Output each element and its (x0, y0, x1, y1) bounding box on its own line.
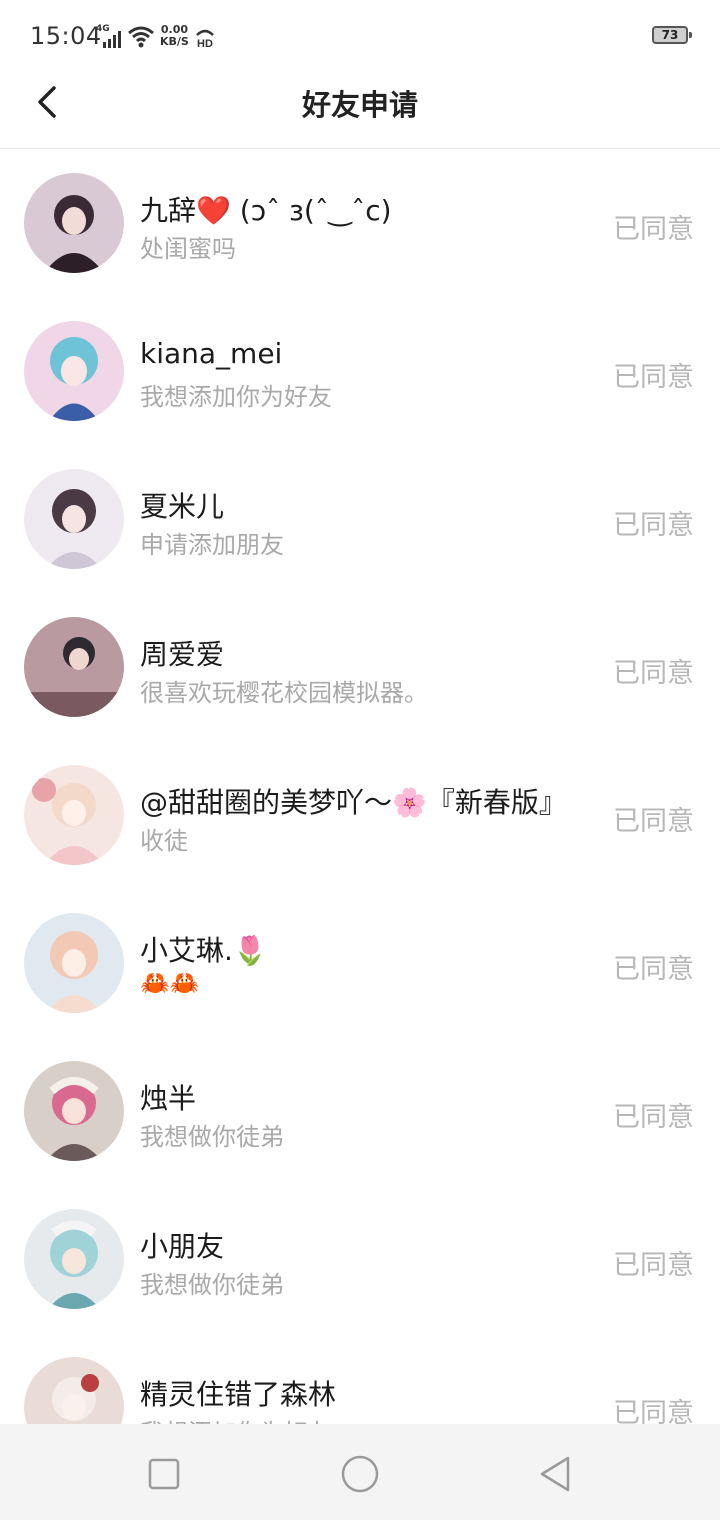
list-item[interactable]: 周爱爱 很喜欢玩樱花校园模拟器。 已同意 (0, 593, 720, 741)
request-message: 处闺蜜吗 (140, 235, 236, 263)
list-item[interactable]: 小朋友 我想做你徒弟 已同意 (0, 1185, 720, 1333)
avatar[interactable] (24, 617, 124, 717)
hd-icon: HD (196, 29, 214, 48)
avatar[interactable] (24, 1061, 124, 1161)
request-name: 小朋友 (140, 1230, 225, 1263)
status-bar: 15:04 4G 0.00 KB/S HD 73 (0, 0, 720, 72)
request-name: 精灵住错了森林 (140, 1378, 337, 1411)
system-nav-bar (0, 1424, 720, 1520)
request-message: 我想做你徒弟 (140, 1271, 284, 1299)
battery-icon: 73 (652, 26, 692, 44)
avatar[interactable] (24, 913, 124, 1013)
request-message: 我想做你徒弟 (140, 1123, 284, 1151)
request-message: 我想添加你为好友 (140, 383, 332, 411)
list-item[interactable]: 小艾琳.🌷 🦀🦀 已同意 (0, 889, 720, 1037)
speed-unit: KB/S (160, 35, 189, 48)
request-name: 烛半 (140, 1082, 197, 1115)
avatar[interactable] (24, 1209, 124, 1309)
friend-request-list: 九辞❤️ (ɔˆ з(ˆ‿ˆc) 处闺蜜吗 已同意 kiana_mei 我想添加… (0, 149, 720, 1481)
request-name: 九辞❤️ (ɔˆ з(ˆ‿ˆc) (140, 194, 392, 227)
request-status: 已同意 (613, 658, 694, 689)
request-name: 周爱爱 (140, 638, 225, 671)
request-name: kiana_mei (140, 337, 283, 370)
request-status: 已同意 (613, 1102, 694, 1133)
avatar[interactable] (24, 173, 124, 273)
list-item[interactable]: 夏米儿 申请添加朋友 已同意 (0, 445, 720, 593)
request-message: 收徒 (140, 827, 188, 855)
list-item[interactable]: 烛半 我想做你徒弟 已同意 (0, 1037, 720, 1185)
request-name: @甜甜圈的美梦吖～🌸『新春版』 (140, 786, 567, 819)
request-message: 很喜欢玩樱花校园模拟器。 (140, 679, 428, 707)
status-time: 15:04 (30, 22, 102, 50)
request-status: 已同意 (613, 362, 694, 393)
request-message: 🦀🦀 (140, 969, 200, 997)
request-status: 已同意 (613, 954, 694, 985)
circle-icon[interactable] (340, 1454, 380, 1494)
request-status: 已同意 (613, 214, 694, 245)
avatar[interactable] (24, 469, 124, 569)
request-name: 夏米儿 (140, 490, 225, 523)
request-name: 小艾琳.🌷 (140, 934, 268, 967)
list-item[interactable]: kiana_mei 我想添加你为好友 已同意 (0, 297, 720, 445)
request-status: 已同意 (613, 510, 694, 541)
list-item[interactable]: 九辞❤️ (ɔˆ з(ˆ‿ˆc) 处闺蜜吗 已同意 (0, 149, 720, 297)
network-speed: 0.00 KB/S (160, 24, 189, 48)
square-icon[interactable] (144, 1454, 184, 1494)
avatar[interactable] (24, 765, 124, 865)
triangle-back-icon[interactable] (536, 1454, 576, 1494)
request-status: 已同意 (613, 806, 694, 837)
request-message: 申请添加朋友 (140, 531, 284, 559)
hd-label: HD (197, 38, 213, 48)
wifi-icon (128, 26, 154, 48)
avatar[interactable] (24, 321, 124, 421)
signal-icon (103, 31, 121, 48)
list-item[interactable]: @甜甜圈的美梦吖～🌸『新春版』 收徒 已同意 (0, 741, 720, 889)
request-status: 已同意 (613, 1250, 694, 1281)
app-header: 好友申请 (0, 72, 720, 149)
page-title: 好友申请 (301, 88, 418, 122)
